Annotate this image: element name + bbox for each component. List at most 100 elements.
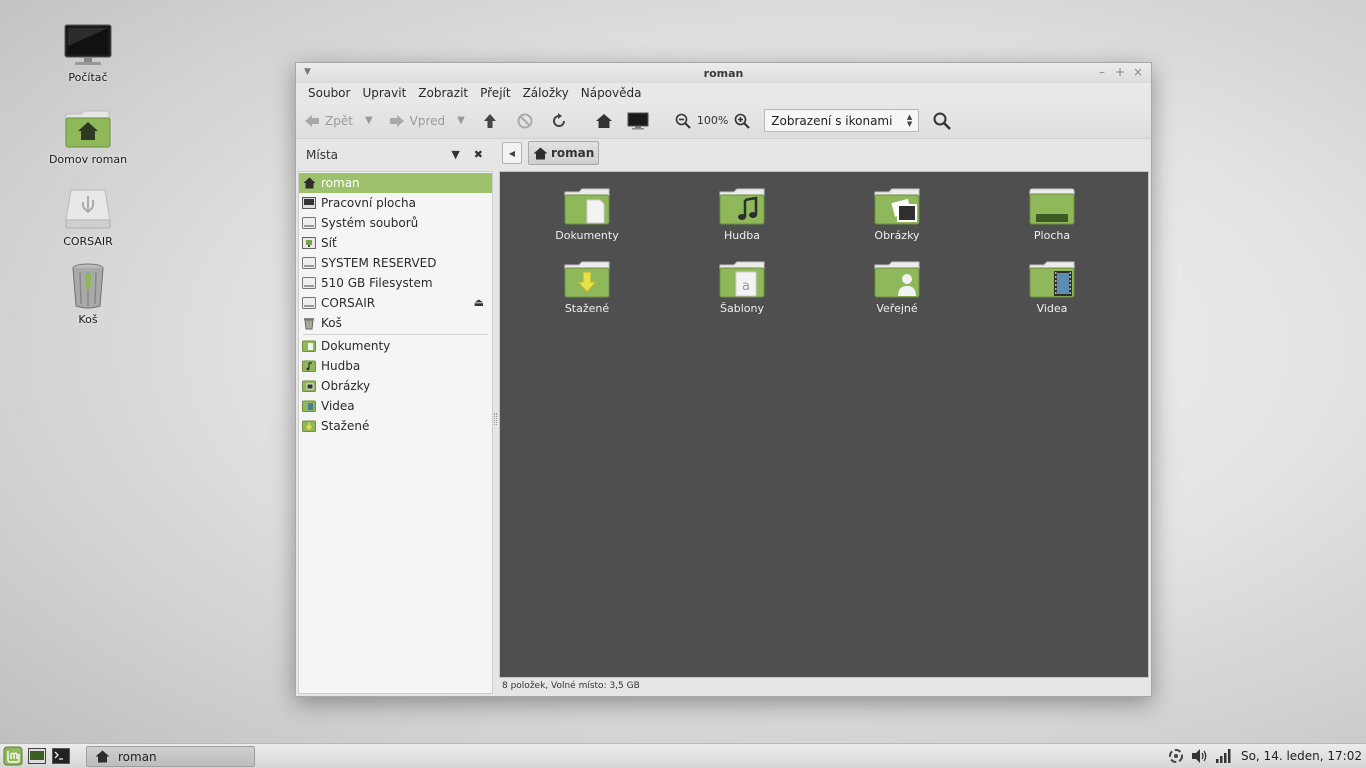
menu-go[interactable]: Přejít bbox=[474, 86, 516, 100]
terminal-launcher[interactable] bbox=[50, 745, 72, 767]
taskbar: roman So, 14. leden, 17:02 bbox=[0, 743, 1366, 768]
file-item-hudba[interactable]: Hudba bbox=[672, 186, 812, 242]
home-icon bbox=[533, 147, 548, 159]
menu-bookmarks[interactable]: Záložky bbox=[517, 86, 575, 100]
menu-view[interactable]: Zobrazit bbox=[412, 86, 474, 100]
breadcrumb-roman[interactable]: roman bbox=[528, 141, 600, 165]
drive-icon bbox=[302, 276, 316, 290]
network-icon bbox=[302, 236, 316, 250]
location-bar: ◀ roman bbox=[502, 141, 600, 165]
sidebar-item-music[interactable]: Hudba bbox=[299, 356, 492, 376]
desktop-icon-computer[interactable]: Počítač bbox=[38, 24, 138, 84]
path-back-button[interactable]: ◀ bbox=[502, 142, 522, 164]
eject-icon[interactable]: ⏏ bbox=[474, 296, 484, 309]
reload-button[interactable] bbox=[551, 107, 567, 135]
spin-arrows-icon: ▲ ▼ bbox=[906, 112, 913, 128]
sidebar-item-label: CORSAIR bbox=[321, 296, 376, 310]
file-name: Stažené bbox=[564, 302, 610, 315]
home-icon bbox=[595, 113, 612, 128]
sidebar-item-downloads[interactable]: Stažené bbox=[299, 416, 492, 436]
up-button[interactable] bbox=[483, 107, 497, 135]
show-desktop-button[interactable] bbox=[26, 745, 48, 767]
sidebar-title[interactable]: Místa bbox=[306, 148, 338, 162]
zoom-out-icon bbox=[675, 113, 691, 129]
sidebar-close-icon[interactable]: ✖ bbox=[474, 148, 483, 161]
sidebar-item-documents[interactable]: Dokumenty bbox=[299, 336, 492, 356]
file-item-videa[interactable]: Videa bbox=[982, 259, 1122, 315]
back-button[interactable]: Zpět bbox=[304, 107, 353, 135]
window-menu-icon[interactable]: ▼ bbox=[304, 67, 311, 77]
sidebar-item-label: Systém souborů bbox=[321, 216, 419, 230]
home-folder-icon bbox=[65, 110, 111, 148]
home-button[interactable] bbox=[595, 107, 613, 135]
file-item-verejne[interactable]: Veřejné bbox=[827, 259, 967, 315]
maximize-icon[interactable]: + bbox=[1115, 65, 1125, 79]
network-signal-icon[interactable] bbox=[1215, 748, 1231, 764]
zoom-out-button[interactable] bbox=[675, 107, 691, 135]
sidebar-item-system-reserved[interactable]: SYSTEM RESERVED bbox=[299, 253, 492, 273]
zoom-in-button[interactable] bbox=[734, 107, 751, 135]
sidebar-item-label: Hudba bbox=[321, 359, 361, 373]
sidebar-item-corsair[interactable]: CORSAIR ⏏ bbox=[299, 293, 492, 313]
sidebar-item-label: Dokumenty bbox=[321, 339, 391, 353]
pane-resize-handle[interactable] bbox=[494, 413, 497, 425]
system-tray: So, 14. leden, 17:02 bbox=[1167, 747, 1362, 765]
file-name: Veřejné bbox=[876, 302, 918, 315]
folder-templates-icon: a bbox=[719, 261, 765, 298]
forward-history-dropdown[interactable]: ▼ bbox=[457, 115, 465, 126]
menu-file[interactable]: Soubor bbox=[302, 86, 356, 100]
file-name: Plocha bbox=[1033, 229, 1071, 242]
title-bar[interactable]: ▼ roman – + × bbox=[296, 63, 1151, 83]
file-item-sablony[interactable]: a Šablony bbox=[672, 259, 812, 315]
computer-button[interactable] bbox=[627, 107, 649, 135]
taskbar-window-button[interactable]: roman bbox=[86, 746, 255, 767]
forward-button[interactable]: Vpred bbox=[389, 107, 445, 135]
sidebar-item-label: Videa bbox=[321, 399, 355, 413]
sidebar-item-510gb[interactable]: 510 GB Filesystem bbox=[299, 273, 492, 293]
file-item-obrazky[interactable]: Obrázky bbox=[827, 186, 967, 242]
mint-menu-button[interactable] bbox=[2, 745, 24, 767]
menu-edit[interactable]: Upravit bbox=[356, 86, 412, 100]
back-history-dropdown[interactable]: ▼ bbox=[365, 115, 373, 126]
sidebar-item-roman[interactable]: roman bbox=[299, 173, 492, 193]
sidebar-mode-dropdown-icon[interactable]: ▼ bbox=[451, 148, 459, 161]
file-item-dokumenty[interactable]: Dokumenty bbox=[517, 186, 657, 242]
desktop-icon-corsair[interactable]: CORSAIR bbox=[38, 188, 138, 248]
sidebar-item-filesystem[interactable]: Systém souborů bbox=[299, 213, 492, 233]
sidebar-item-pictures[interactable]: Obrázky bbox=[299, 376, 492, 396]
desktop-icon-label: Domov roman bbox=[48, 153, 128, 166]
up-arrow-icon bbox=[483, 113, 496, 128]
folder-downloads-icon bbox=[564, 261, 610, 298]
sidebar-item-label: Stažené bbox=[321, 419, 370, 433]
sidebar: roman Pracovní plocha Systém souborů Síť… bbox=[298, 171, 493, 694]
stop-button[interactable] bbox=[517, 107, 533, 135]
close-icon[interactable]: × bbox=[1133, 65, 1143, 79]
view-mode-select[interactable]: Zobrazení s ikonami ▲ ▼ bbox=[764, 109, 920, 132]
folder-pictures-icon bbox=[874, 188, 920, 225]
sidebar-item-network[interactable]: Síť bbox=[299, 233, 492, 253]
search-icon bbox=[933, 112, 952, 130]
zoom-level: 100% bbox=[696, 114, 729, 127]
sidebar-item-label: Obrázky bbox=[321, 379, 371, 393]
folder-documents-icon bbox=[302, 339, 316, 353]
volume-icon[interactable] bbox=[1191, 748, 1209, 764]
clock[interactable]: So, 14. leden, 17:02 bbox=[1241, 749, 1362, 763]
trash-icon bbox=[72, 263, 104, 309]
desktop-icon bbox=[28, 748, 46, 764]
file-name: Hudba bbox=[724, 229, 760, 242]
sidebar-item-trash[interactable]: Koš bbox=[299, 313, 492, 333]
desktop-icon-trash[interactable]: Koš bbox=[38, 262, 138, 326]
sidebar-item-videos[interactable]: Videa bbox=[299, 396, 492, 416]
desktop-icon-home[interactable]: Domov roman bbox=[38, 106, 138, 166]
file-item-stazene[interactable]: Stažené bbox=[517, 259, 657, 315]
minimize-icon[interactable]: – bbox=[1097, 65, 1107, 79]
drive-icon bbox=[302, 256, 316, 270]
update-manager-icon[interactable] bbox=[1167, 747, 1185, 765]
home-icon bbox=[95, 750, 110, 763]
toolbar: Zpět ▼ Vpred ▼ 100% Zobrazení s ikonami … bbox=[296, 103, 1151, 139]
file-item-plocha[interactable]: Plocha bbox=[982, 186, 1122, 242]
file-view[interactable]: Dokumenty Hudba Obrázky Plocha Stažené a… bbox=[499, 171, 1149, 678]
sidebar-item-desktop[interactable]: Pracovní plocha bbox=[299, 193, 492, 213]
search-button[interactable] bbox=[933, 107, 952, 135]
menu-help[interactable]: Nápověda bbox=[575, 86, 648, 100]
